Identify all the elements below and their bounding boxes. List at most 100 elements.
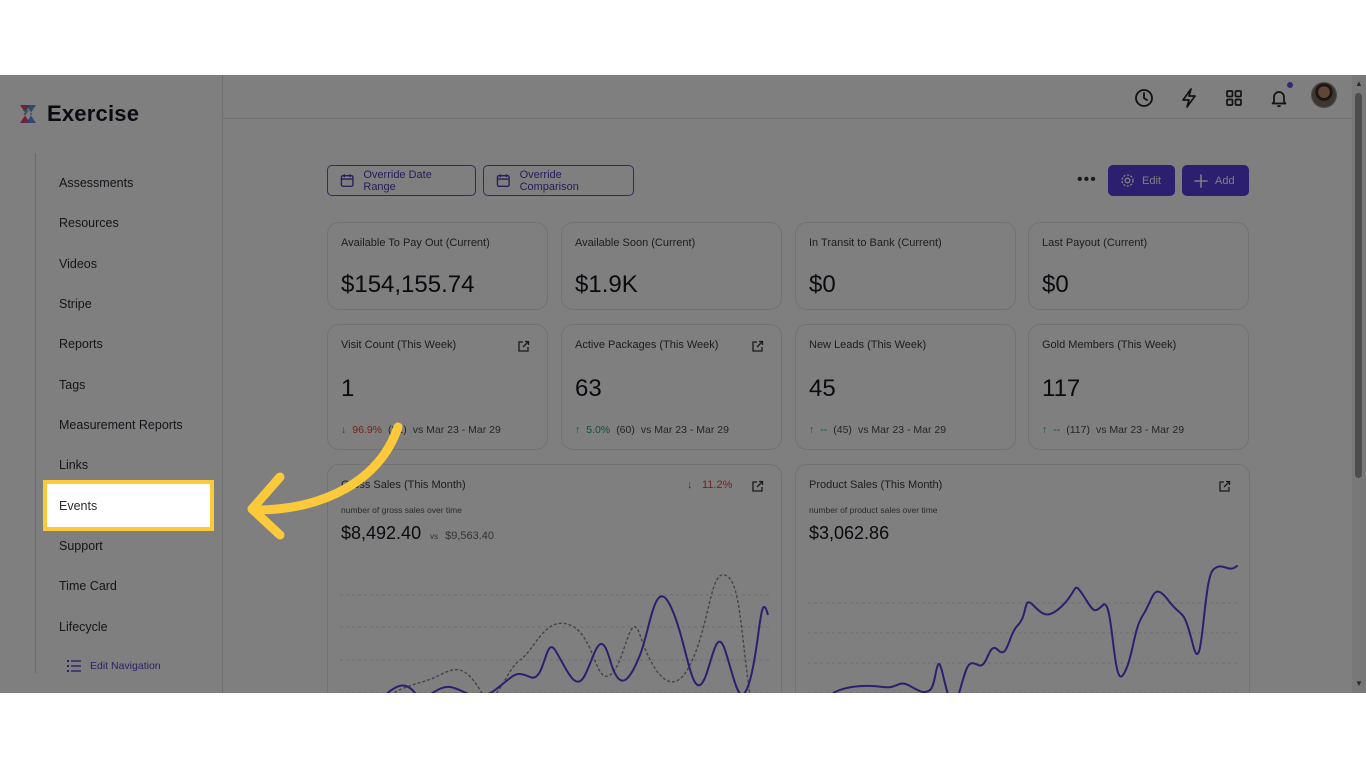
change-percent: -- — [820, 424, 828, 436]
metric-card-available-soon[interactable]: Available Soon (Current) $1.9K — [561, 222, 782, 310]
sidebar-item-reports[interactable]: Reports — [59, 337, 103, 351]
compare-value: $9,563.40 — [445, 530, 495, 542]
sidebar-item-time-card[interactable]: Time Card — [59, 579, 117, 593]
card-title: Available Soon (Current) — [575, 237, 696, 249]
metric-card-in-transit[interactable]: In Transit to Bank (Current) $0 — [795, 222, 1016, 310]
comparison-range: vs Mar 23 - Mar 29 — [857, 424, 947, 436]
current-series-line — [386, 595, 769, 693]
sidebar-item-resources[interactable]: Resources — [59, 216, 119, 230]
scroll-down-arrow-icon[interactable]: ▼ — [1355, 679, 1363, 688]
change-percent: 5.0% — [586, 424, 611, 436]
sidebar-item-stripe[interactable]: Stripe — [59, 297, 92, 311]
sidebar-item-label: Events — [59, 499, 98, 513]
override-date-range-button[interactable]: Override Date Range — [327, 165, 476, 196]
sidebar-item-videos[interactable]: Videos — [59, 257, 97, 271]
gear-icon — [1121, 174, 1134, 187]
external-link-icon[interactable] — [751, 340, 764, 353]
app-logo[interactable]: Exercise — [16, 101, 139, 127]
clock-icon[interactable] — [1133, 87, 1155, 109]
edit-button[interactable]: Edit — [1108, 165, 1175, 196]
metric-card-active-packages[interactable]: Active Packages (This Week) 63 ↑ 5.0% (6… — [561, 324, 782, 450]
scrollbar-thumb[interactable] — [1355, 93, 1362, 478]
override-comparison-button[interactable]: Override Comparison — [483, 165, 634, 196]
arrow-down-icon: ↓ — [687, 479, 693, 491]
bell-icon[interactable] — [1268, 87, 1290, 109]
metric-card-last-payout[interactable]: Last Payout (Current) $0 — [1028, 222, 1249, 310]
card-value: $3,062.86 — [809, 523, 890, 543]
change-percent: 11.2% — [702, 479, 733, 491]
edit-navigation-label: Edit Navigation — [90, 660, 161, 672]
avatar[interactable] — [1311, 82, 1337, 108]
previous-value: (45) — [833, 424, 852, 436]
grid-icon[interactable] — [1223, 87, 1245, 109]
comparison-row: ↑ 5.0% (60) vs Mar 23 - Mar 29 — [575, 424, 729, 436]
app-name: Exercise — [47, 101, 140, 126]
card-value: $0 — [809, 271, 836, 298]
card-title: Visit Count (This Week) — [341, 339, 457, 351]
card-title: Last Payout (Current) — [1042, 237, 1148, 249]
current-series-line — [832, 565, 1238, 693]
edit-navigation-link[interactable]: Edit Navigation — [67, 660, 161, 672]
card-title: Gold Members (This Week) — [1042, 339, 1177, 351]
add-label: Add — [1215, 174, 1235, 187]
card-value: 117 — [1042, 375, 1081, 402]
logo-icon — [20, 105, 36, 123]
lightning-icon[interactable] — [1178, 87, 1200, 109]
override-date-range-label: Override Date Range — [363, 168, 432, 193]
card-value: 63 — [575, 375, 602, 402]
card-title: Available To Pay Out (Current) — [341, 237, 490, 249]
sidebar-item-events[interactable]: Events — [43, 480, 214, 531]
sidebar-item-assessments[interactable]: Assessments — [59, 176, 133, 190]
add-button[interactable]: Add — [1182, 165, 1249, 196]
callout-arrow-icon — [247, 422, 403, 540]
card-title: In Transit to Bank (Current) — [809, 237, 942, 249]
vs-label: vs — [430, 532, 439, 541]
comparison-row: ↑ -- (117) vs Mar 23 - Mar 29 — [1042, 424, 1184, 436]
sidebar-item-tags[interactable]: Tags — [59, 378, 85, 392]
override-comparison-label: Override Comparison — [519, 168, 579, 193]
external-link-icon[interactable] — [1218, 480, 1231, 493]
product-sales-chart — [808, 565, 1238, 693]
gross-sales-chart — [340, 574, 770, 693]
product-sales-card[interactable]: Product Sales (This Month) number of pro… — [795, 464, 1250, 693]
comparison-range: vs Mar 23 - Mar 29 — [640, 424, 729, 436]
metric-card-new-leads[interactable]: New Leads (This Week) 45 ↑ -- (45) vs Ma… — [795, 324, 1016, 450]
card-subtitle: number of product sales over time — [809, 505, 938, 515]
card-title: New Leads (This Week) — [809, 339, 927, 351]
comparison-row: ↑ -- (45) vs Mar 23 - Mar 29 — [809, 424, 946, 436]
more-options-button[interactable]: ••• — [1077, 171, 1097, 189]
sidebar-item-measurement-reports[interactable]: Measurement Reports — [59, 418, 183, 432]
plus-icon — [1194, 173, 1208, 188]
calendar-icon — [340, 174, 354, 187]
sidebar-item-lifecycle[interactable]: Lifecycle — [59, 620, 108, 634]
external-link-icon[interactable] — [517, 340, 530, 353]
metric-card-gold-members[interactable]: Gold Members (This Week) 117 ↑ -- (117) … — [1028, 324, 1249, 450]
card-value: $1.9K — [575, 271, 638, 298]
card-value: $0 — [1042, 271, 1069, 298]
edit-label: Edit — [1142, 174, 1161, 187]
card-title: Active Packages (This Week) — [575, 339, 719, 351]
external-link-icon[interactable] — [751, 480, 764, 493]
list-icon — [67, 660, 81, 672]
arrow-up-icon: ↑ — [809, 424, 815, 436]
card-value: 1 — [341, 375, 355, 402]
nav-rail — [35, 153, 36, 673]
sidebar-item-links[interactable]: Links — [59, 458, 88, 472]
app-window: Exercise Assessments Resources Videos St… — [0, 75, 1366, 693]
arrow-up-icon: ↑ — [575, 424, 581, 436]
arrow-up-icon: ↑ — [1042, 424, 1048, 436]
sidebar: Exercise Assessments Resources Videos St… — [0, 75, 223, 693]
sidebar-item-support[interactable]: Support — [59, 539, 103, 553]
card-title: Product Sales (This Month) — [809, 479, 943, 491]
previous-value: (60) — [616, 424, 635, 436]
notification-dot — [1287, 82, 1293, 88]
comparison-range: vs Mar 23 - Mar 29 — [1095, 424, 1185, 436]
metric-card-available-to-pay-out[interactable]: Available To Pay Out (Current) $154,155.… — [327, 222, 548, 310]
card-value: 45 — [809, 375, 836, 402]
card-value: $154,155.74 — [341, 271, 475, 298]
calendar-icon — [496, 174, 510, 188]
change-percent: -- — [1053, 424, 1061, 436]
previous-value: (117) — [1066, 424, 1090, 436]
scroll-up-arrow-icon[interactable]: ▲ — [1355, 79, 1363, 88]
comparison-range: vs Mar 23 - Mar 29 — [412, 424, 501, 436]
